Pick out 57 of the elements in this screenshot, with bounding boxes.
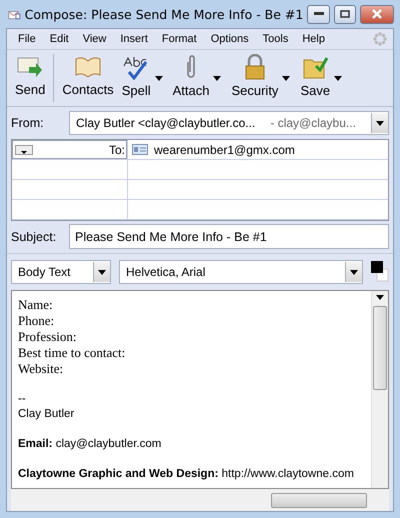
signature-text: Clay Butler — [18, 407, 76, 422]
window-title: Compose: Please Send Me More Info - Be #1 — [24, 6, 304, 22]
caret-icon — [376, 120, 384, 126]
toolbar-button[interactable]: Save — [296, 52, 334, 104]
body-text: Best time to contact: — [18, 345, 126, 361]
maximize-button[interactable] — [334, 4, 356, 24]
subject-field[interactable]: Please Send Me More Info - Be #1 — [69, 224, 389, 249]
recipient-type-selector[interactable]: To: — [12, 140, 128, 160]
padlock-icon — [244, 54, 266, 80]
signature-text: Claytowne Graphic and Web Design: http://www.claytowne.com — [18, 467, 355, 482]
toolbar-button[interactable]: Contacts — [58, 53, 118, 103]
close-button[interactable] — [360, 4, 394, 24]
menu-item[interactable]: Help — [295, 33, 332, 45]
body-text: Phone: — [18, 313, 56, 329]
caret-icon — [98, 270, 106, 274]
close-icon — [372, 9, 382, 19]
paragraph-style-dropdown[interactable]: Body Text — [11, 260, 111, 284]
caret-icon[interactable] — [334, 76, 342, 80]
body-text: Profession: — [18, 329, 78, 345]
contact-card-icon — [132, 144, 148, 155]
message-body[interactable]: Name: Phone: Profession: Best time to contact: Website: -- Clay Butler Email: clay@claybutler.com Claytowne Graphic and Web Design: http://www.claytowne.com — [11, 290, 389, 489]
envelope-icon — [17, 55, 44, 79]
vertical-scrollbar[interactable] — [371, 291, 388, 488]
toolbar-button[interactable]: Attach — [168, 52, 214, 104]
subject-label: Subject: — [11, 228, 58, 244]
recipient-type-cell[interactable] — [12, 180, 128, 200]
menu-item[interactable]: Edit — [42, 33, 76, 45]
toolbar-button[interactable]: Security — [227, 52, 282, 104]
toolbar-button[interactable]: Send — [11, 53, 50, 103]
from-label: From: — [11, 115, 45, 131]
menu-item[interactable]: File — [11, 33, 43, 45]
caret-icon[interactable] — [154, 76, 163, 80]
menu-item[interactable]: Insert — [113, 33, 155, 45]
body-text: Website: — [18, 361, 64, 377]
menu-item[interactable]: View — [76, 33, 114, 45]
signature-text: Email: clay@claybutler.com — [18, 437, 162, 452]
maximize-icon — [340, 10, 350, 18]
from-dropdown[interactable]: Clay Butler <clay@claybutler.co... - clay@claybu... — [69, 111, 389, 135]
body-text: Name: — [18, 297, 54, 313]
menu-item[interactable]: Format — [154, 33, 204, 45]
caret-icon — [350, 270, 358, 274]
menu-item[interactable]: Options — [204, 33, 256, 45]
minimize-icon — [314, 12, 324, 16]
text-color-icon[interactable] — [371, 261, 389, 283]
dropdown-icon — [15, 144, 33, 154]
caret-icon[interactable] — [213, 76, 222, 80]
menu-item[interactable]: Tools — [256, 33, 296, 45]
minimize-button[interactable] — [307, 4, 330, 24]
font-dropdown[interactable]: Helvetica, Arial — [119, 260, 363, 284]
address-book-icon — [74, 55, 102, 79]
recipient-type-cell[interactable] — [12, 200, 128, 220]
toolbar-button[interactable]: Spell — [118, 52, 155, 104]
signature-text: -- — [18, 392, 27, 407]
recipient-type-cell[interactable] — [12, 160, 128, 180]
recipient-address[interactable]: wearenumber1@gmx.com — [154, 142, 295, 156]
caret-icon[interactable] — [282, 76, 290, 80]
throbber-icon — [373, 32, 387, 46]
